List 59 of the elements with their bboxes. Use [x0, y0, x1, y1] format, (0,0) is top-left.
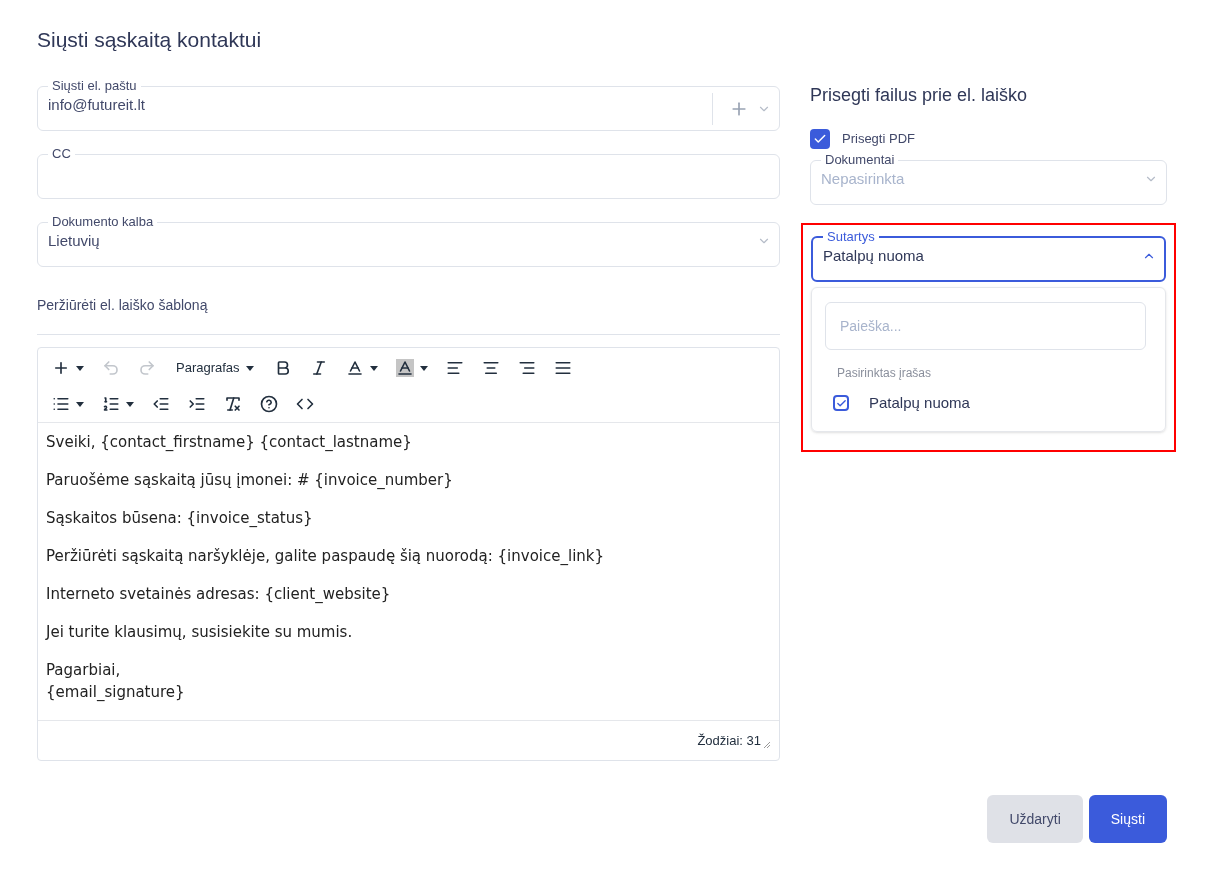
group-label: Pasirinktas įrašas: [837, 365, 933, 382]
caret-icon[interactable]: [245, 365, 254, 371]
editor-text-line: Interneto svetainės adresas: {client_website}: [46, 584, 391, 605]
bullet-list-icon: [52, 395, 70, 413]
caret-icon[interactable]: [76, 365, 84, 371]
align-justify-icon: [553, 359, 572, 377]
align-right-icon: [517, 359, 536, 377]
caret-icon[interactable]: [419, 365, 428, 371]
text-color-icon: [345, 359, 364, 377]
numbered-list-icon: [102, 395, 120, 413]
check-icon: [813, 132, 827, 146]
language-value: Lietuvių: [48, 230, 100, 251]
plus-icon: [52, 359, 70, 377]
cc-field[interactable]: CC: [37, 147, 780, 199]
caret-icon[interactable]: [126, 401, 134, 407]
resize-handle-icon[interactable]: [763, 740, 771, 749]
undo-icon: [102, 359, 120, 377]
dialog-title: Siųsti sąskaitą kontaktui: [37, 27, 263, 53]
align-center-icon: [481, 359, 500, 377]
clear-formatting-icon: [224, 395, 242, 413]
indent-icon: [188, 395, 206, 413]
editor-text-line: Jei turite klausimų, susisiekite su mumis.: [46, 622, 353, 643]
contracts-select[interactable]: Sutartys Patalpų nuoma: [811, 230, 1166, 282]
editor-text-line: Paruošėme sąskaitą jūsų įmonei: # {invoice_number}: [46, 470, 453, 491]
email-value: info@futureit.lt: [48, 94, 145, 115]
option-checkbox[interactable]: [833, 395, 849, 412]
attachments-title: Prisegti failus prie el. laiško: [810, 84, 1029, 107]
dropdown-option[interactable]: Patalpų nuoma: [833, 392, 1152, 415]
editor-text-line: Sąskaitos būsena: {invoice_status}: [46, 508, 313, 529]
close-button[interactable]: Uždaryti: [987, 795, 1083, 843]
checkbox[interactable]: [810, 129, 830, 149]
editor-text-line: Pagarbiai,: [46, 660, 121, 681]
check-icon: [835, 397, 847, 409]
help-icon: [260, 395, 278, 413]
align-left-icon: [445, 359, 464, 377]
editor-text-line: Peržiūrėti sąskaitą naršyklėje, galite paspaudę šią nuorodą: {invoice_link}: [46, 546, 605, 567]
field-label: Dokumentai: [824, 153, 896, 167]
block-format-dropdown[interactable]: Paragrafas: [168, 354, 262, 382]
word-count: Žodžiai: 31: [697, 731, 761, 750]
select-value: Patalpų nuoma: [823, 245, 924, 266]
caret-icon[interactable]: [76, 401, 84, 407]
field-label: Sutartys: [826, 230, 876, 244]
field-label: CC: [51, 147, 72, 161]
checkbox-label: Prisegti PDF: [842, 130, 915, 149]
language-select[interactable]: Dokumento kalba Lietuvių: [37, 215, 780, 267]
select-placeholder: Nepasirinkta: [821, 168, 905, 189]
redo-icon: [138, 359, 156, 377]
field-label: Dokumento kalba: [51, 215, 155, 229]
editor-text-line: {email_signature}: [46, 682, 185, 703]
documents-select[interactable]: Dokumentai Nepasirinkta: [810, 153, 1167, 205]
outdent-icon: [152, 395, 170, 413]
send-button[interactable]: Siųsti: [1088, 795, 1167, 843]
highlight-color-icon: [395, 359, 414, 377]
field-label: Siųsti el. paštu: [51, 79, 138, 93]
editor-text-line: Sveiki, {contact_firstname} {contact_lastname}: [46, 432, 412, 453]
option-label: Patalpų nuoma: [869, 393, 970, 413]
template-preview-link[interactable]: Peržiūrėti el. laiško šabloną: [37, 295, 208, 316]
search-field[interactable]: Paieška...: [825, 302, 1146, 350]
caret-icon[interactable]: [369, 365, 378, 371]
